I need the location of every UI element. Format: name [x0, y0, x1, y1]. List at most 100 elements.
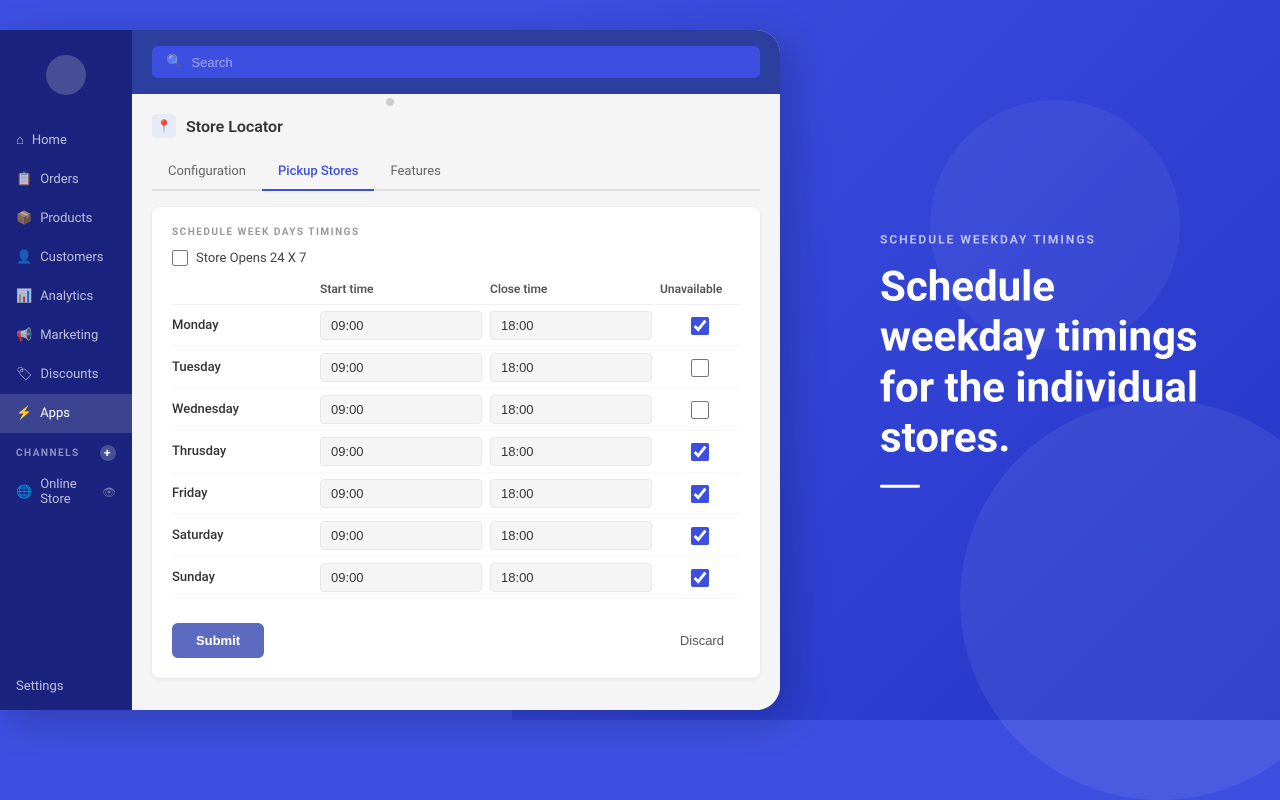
marketing-icon: 📢 [16, 328, 32, 343]
add-channel-button[interactable]: + [100, 445, 116, 461]
home-icon: ⌂ [16, 132, 24, 148]
unavailable-cell [660, 443, 740, 461]
online-store-eye-icon: 👁 [102, 486, 116, 499]
tab-features[interactable]: Features [374, 154, 456, 191]
close-time-input[interactable] [490, 521, 652, 550]
schedule-form-card: SCHEDULE WEEK DAYS TIMINGS Store Opens 2… [152, 207, 760, 678]
sidebar-marketing-label: Marketing [40, 328, 98, 343]
tab-pickup-stores[interactable]: Pickup Stores [262, 154, 375, 191]
start-time-input[interactable] [320, 311, 482, 340]
sidebar-item-apps[interactable]: ⚡ Apps [0, 394, 132, 433]
online-store-icon: 🌐 [16, 485, 32, 500]
unavailable-checkbox[interactable] [691, 569, 709, 587]
schedule-header: Start time Close time Unavailable [172, 282, 740, 305]
sidebar-products-label: Products [40, 211, 92, 226]
form-footer: Submit Discard [172, 607, 740, 658]
header-day [172, 282, 312, 296]
search-input[interactable] [191, 55, 746, 70]
start-time-input[interactable] [320, 353, 482, 382]
unavailable-cell [660, 317, 740, 335]
sidebar: ⌂ Home 📋 Orders 📦 Products 👤 Customers 📊… [0, 30, 132, 710]
start-time-input[interactable] [320, 563, 482, 592]
sidebar-item-online-store[interactable]: 🌐 Online Store 👁 [0, 465, 132, 519]
close-time-input[interactable] [490, 563, 652, 592]
unavailable-checkbox[interactable] [691, 317, 709, 335]
search-bar: 🔍 [132, 30, 780, 94]
sidebar-customers-label: Customers [40, 250, 103, 265]
sidebar-item-marketing[interactable]: 📢 Marketing [0, 316, 132, 355]
schedule-row: Monday [172, 305, 740, 347]
logo-circle [46, 55, 86, 95]
sidebar-spacer [0, 519, 132, 663]
close-time-input[interactable] [490, 437, 652, 466]
right-panel-divider [880, 484, 920, 487]
day-label: Friday [172, 486, 312, 501]
day-label: Thrusday [172, 444, 312, 459]
sidebar-item-home[interactable]: ⌂ Home [0, 120, 132, 160]
discounts-icon: 🏷 [16, 367, 33, 382]
sidebar-item-analytics[interactable]: 📊 Analytics [0, 277, 132, 316]
schedule-row: Sunday [172, 557, 740, 599]
header-unavailable: Unavailable [660, 282, 740, 296]
store-247-checkbox[interactable] [172, 250, 188, 266]
store-locator-icon: 📍 [152, 114, 176, 138]
section-title: SCHEDULE WEEK DAYS TIMINGS [172, 227, 740, 238]
start-time-input[interactable] [320, 395, 482, 424]
unavailable-cell [660, 401, 740, 419]
search-input-wrap: 🔍 [152, 46, 760, 78]
day-label: Tuesday [172, 360, 312, 375]
products-icon: 📦 [16, 211, 32, 226]
main-window: ⌂ Home 📋 Orders 📦 Products 👤 Customers 📊… [0, 30, 780, 710]
orders-icon: 📋 [16, 172, 32, 187]
close-time-input[interactable] [490, 395, 652, 424]
sidebar-apps-label: Apps [40, 406, 70, 421]
sidebar-item-discounts[interactable]: 🏷 Discounts [0, 355, 132, 394]
right-panel: SCHEDULE WEEKDAY TIMINGS Schedule weekda… [880, 233, 1200, 488]
day-label: Monday [172, 318, 312, 333]
header-start-time: Start time [320, 282, 482, 296]
store-247-label: Store Opens 24 X 7 [196, 251, 306, 266]
close-time-input[interactable] [490, 353, 652, 382]
unavailable-cell [660, 359, 740, 377]
unavailable-checkbox[interactable] [691, 527, 709, 545]
unavailable-cell [660, 569, 740, 587]
sidebar-analytics-label: Analytics [40, 289, 93, 304]
sidebar-item-products[interactable]: 📦 Products [0, 199, 132, 238]
close-time-input[interactable] [490, 311, 652, 340]
search-icon: 🔍 [166, 54, 183, 70]
sidebar-orders-label: Orders [40, 172, 79, 187]
schedule-row: Tuesday [172, 347, 740, 389]
day-label: Wednesday [172, 402, 312, 417]
close-time-input[interactable] [490, 479, 652, 508]
main-content: 🔍 📍 Store Locator Configuration Pickup S… [132, 30, 780, 710]
sidebar-online-store-label: Online Store [40, 477, 94, 507]
schedule-row: Wednesday [172, 389, 740, 431]
unavailable-checkbox[interactable] [691, 443, 709, 461]
sidebar-discounts-label: Discounts [41, 367, 99, 382]
unavailable-checkbox[interactable] [691, 401, 709, 419]
unavailable-checkbox[interactable] [691, 485, 709, 503]
submit-button[interactable]: Submit [172, 623, 264, 658]
schedule-table: Start time Close time Unavailable Monday… [172, 282, 740, 599]
sidebar-item-orders[interactable]: 📋 Orders [0, 160, 132, 199]
day-label: Saturday [172, 528, 312, 543]
unavailable-cell [660, 527, 740, 545]
right-panel-subtitle: SCHEDULE WEEKDAY TIMINGS [880, 233, 1200, 247]
channels-label: CHANNELS [16, 448, 80, 459]
start-time-input[interactable] [320, 521, 482, 550]
unavailable-cell [660, 485, 740, 503]
page-title: Store Locator [186, 117, 283, 136]
tab-configuration[interactable]: Configuration [152, 154, 262, 191]
discard-button[interactable]: Discard [664, 623, 740, 658]
sidebar-item-settings[interactable]: Settings [0, 663, 132, 710]
page-header: 📍 Store Locator [152, 114, 760, 138]
start-time-input[interactable] [320, 479, 482, 508]
sidebar-channels-section: CHANNELS + [0, 433, 132, 465]
schedule-row: Friday [172, 473, 740, 515]
day-label: Sunday [172, 570, 312, 585]
start-time-input[interactable] [320, 437, 482, 466]
unavailable-checkbox[interactable] [691, 359, 709, 377]
schedule-row: Saturday [172, 515, 740, 557]
sidebar-item-customers[interactable]: 👤 Customers [0, 238, 132, 277]
window-dot [386, 98, 394, 106]
